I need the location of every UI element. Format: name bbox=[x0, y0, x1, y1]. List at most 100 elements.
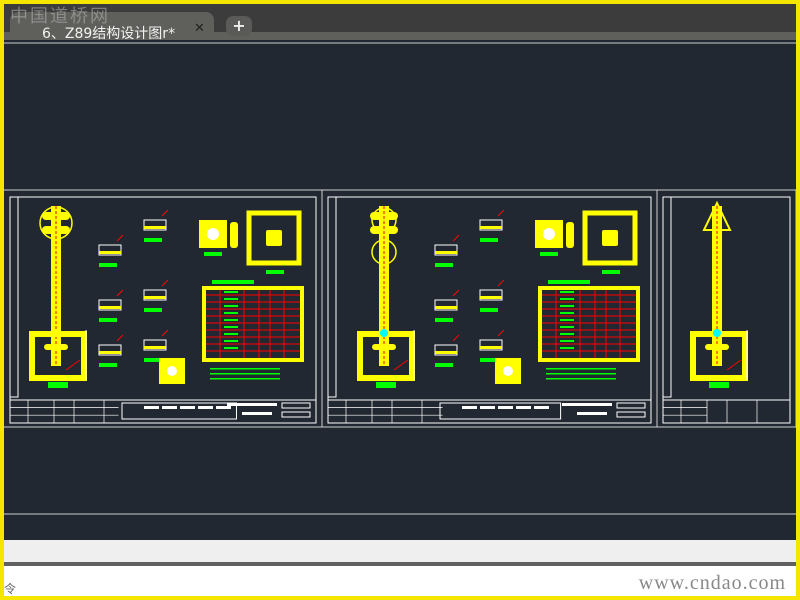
table-cell bbox=[560, 312, 574, 314]
foundation-collar bbox=[372, 344, 396, 350]
table-cell bbox=[560, 305, 574, 307]
company-name-text bbox=[198, 406, 213, 409]
table-title bbox=[548, 280, 590, 284]
drawing-sheet bbox=[662, 190, 796, 427]
drawing-sheet bbox=[327, 190, 658, 427]
rebar-leader bbox=[452, 334, 460, 342]
watermark-logo: 中国道桥网 bbox=[10, 6, 110, 27]
company-name-text bbox=[480, 406, 495, 409]
detail-plate bbox=[99, 251, 121, 254]
table-cell bbox=[224, 347, 238, 349]
drawing-sheet bbox=[9, 190, 323, 427]
rebar-leader bbox=[116, 289, 124, 297]
drawing-title-text bbox=[242, 412, 272, 415]
detail-plate bbox=[435, 351, 457, 354]
table-cell bbox=[560, 319, 574, 321]
rebar-leader bbox=[65, 359, 81, 371]
note-text bbox=[210, 368, 280, 370]
note-text bbox=[546, 378, 616, 380]
rebar-table bbox=[538, 286, 640, 362]
drawing-number-box bbox=[616, 402, 646, 409]
table-title bbox=[212, 280, 254, 284]
table-cell bbox=[560, 326, 574, 328]
note-text bbox=[546, 368, 616, 370]
label-bar bbox=[48, 382, 68, 388]
rebar-leader bbox=[452, 289, 460, 297]
rebar-leader bbox=[161, 209, 169, 217]
close-icon[interactable]: ✕ bbox=[194, 21, 205, 36]
command-line[interactable]: 令 www.cndao.com bbox=[4, 566, 796, 596]
anchor-bolt bbox=[503, 366, 513, 376]
detail-plate bbox=[99, 351, 121, 354]
detail-plate bbox=[435, 251, 457, 254]
table-cell bbox=[224, 340, 238, 342]
note-text bbox=[210, 373, 280, 375]
company-name-text bbox=[144, 406, 159, 409]
rebar-leader bbox=[726, 359, 742, 371]
table-cell bbox=[224, 291, 238, 293]
detail-label bbox=[204, 252, 222, 256]
rebar-table bbox=[202, 286, 304, 362]
plus-icon[interactable]: + bbox=[226, 16, 252, 36]
table-cell bbox=[224, 298, 238, 300]
sheet-side-strip bbox=[662, 196, 672, 398]
detail-label bbox=[144, 238, 162, 242]
detail-label bbox=[99, 363, 117, 367]
drawing-number-box bbox=[616, 411, 646, 418]
detail-plate bbox=[144, 226, 166, 229]
rebar-leader bbox=[497, 279, 505, 287]
company-name-text bbox=[462, 406, 477, 409]
anchor-marker bbox=[713, 329, 721, 337]
table-cell bbox=[560, 340, 574, 342]
detail-label bbox=[435, 263, 453, 267]
foundation-plan-core bbox=[602, 230, 618, 246]
table-cell bbox=[560, 333, 574, 335]
label-bar bbox=[376, 382, 396, 388]
sheet-side-strip bbox=[327, 196, 337, 398]
table-cell bbox=[224, 333, 238, 335]
rebar-leader bbox=[161, 279, 169, 287]
company-name-text bbox=[216, 406, 231, 409]
site-watermark: www.cndao.com bbox=[638, 572, 786, 594]
rebar-leader bbox=[452, 234, 460, 242]
table-cell bbox=[560, 347, 574, 349]
company-logo-box bbox=[121, 402, 237, 420]
side-plate bbox=[230, 222, 238, 248]
table-cell bbox=[224, 312, 238, 314]
command-prompt: 令 bbox=[4, 582, 17, 596]
rebar-leader bbox=[393, 359, 409, 371]
detail-plate bbox=[480, 296, 502, 299]
note-text bbox=[546, 373, 616, 375]
detail-label bbox=[602, 270, 620, 274]
rebar-leader bbox=[497, 329, 505, 337]
drawing-canvas[interactable] bbox=[4, 40, 796, 540]
table-cell bbox=[224, 305, 238, 307]
drawing-number-box bbox=[281, 411, 311, 418]
foundation-collar bbox=[44, 344, 68, 350]
anchor-bolt bbox=[167, 366, 177, 376]
company-logo-box bbox=[439, 402, 562, 420]
table-cell bbox=[560, 298, 574, 300]
detail-label bbox=[99, 318, 117, 322]
anchor-marker bbox=[380, 329, 388, 337]
detail-label bbox=[144, 308, 162, 312]
detail-plate bbox=[480, 346, 502, 349]
status-bar bbox=[4, 540, 796, 562]
detail-plate bbox=[144, 296, 166, 299]
foundation-collar bbox=[705, 344, 729, 350]
detail-label bbox=[266, 270, 284, 274]
table-cell bbox=[224, 319, 238, 321]
detail-label bbox=[540, 252, 558, 256]
table-cell bbox=[560, 291, 574, 293]
detail-label bbox=[435, 363, 453, 367]
detail-label bbox=[480, 308, 498, 312]
drawing-number-box bbox=[281, 402, 311, 409]
detail-plate bbox=[435, 306, 457, 309]
app-window: 6、Z89结构设计图r* ✕ + 中国道桥网 令 www.cndao.com bbox=[4, 4, 796, 596]
detail-plate bbox=[99, 306, 121, 309]
company-name-text bbox=[534, 406, 549, 409]
drawing-title-text bbox=[227, 403, 277, 406]
detail-label bbox=[435, 318, 453, 322]
note-text bbox=[210, 378, 280, 380]
company-name-text bbox=[180, 406, 195, 409]
